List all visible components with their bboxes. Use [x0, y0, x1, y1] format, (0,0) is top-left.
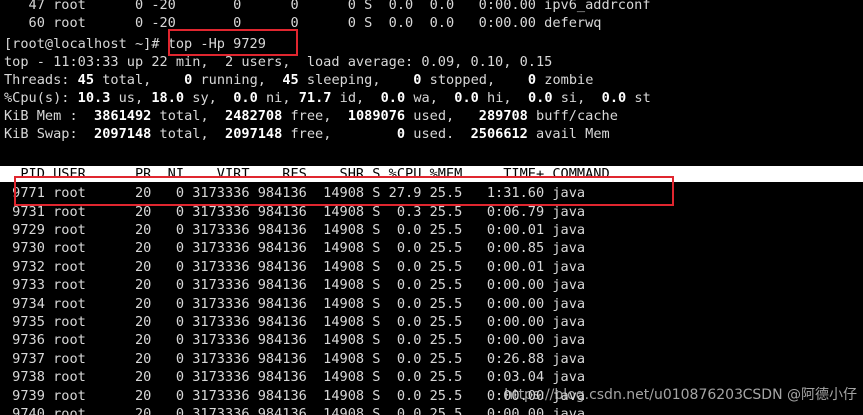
cpu-wa-label: wa, [405, 90, 438, 106]
swap-free-label: free, [282, 126, 332, 142]
threads-sleeping-label: sleeping, [298, 72, 381, 88]
swap-avail: 2506612 [470, 126, 528, 142]
cpu-line: %Cpu(s): 10.3 us, 18.0 sy, 0.0 ni, 71.7 … [4, 89, 651, 107]
mem-total: 3861492 [94, 108, 152, 124]
swap-used: 0 [396, 126, 406, 142]
threads-total-label: total, [94, 72, 152, 88]
mem-used: 1089076 [347, 108, 406, 124]
threads-running-label: running, [192, 72, 266, 88]
cpu-id-label: id, [331, 90, 365, 106]
prev-process-row: 47 root 0 -20 0 0 0 S 0.0 0.0 0:00.00 ip… [4, 0, 651, 13]
mem-used-label: used, [405, 108, 455, 124]
table-row: 9771 root 20 0 3173336 984136 14908 S 27… [4, 185, 586, 201]
table-row: 9730 root 20 0 3173336 984136 14908 S 0.… [4, 240, 586, 256]
terminal-window[interactable]: 47 root 0 -20 0 0 0 S 0.0 0.0 0:00.00 ip… [0, 0, 863, 415]
threads-zombie: 0 [527, 72, 537, 88]
table-row: 9735 root 20 0 3173336 984136 14908 S 0.… [4, 314, 586, 330]
watermark-url: https://blog.csdn.net/u010876203 [504, 387, 743, 403]
swap-total-label: total, [151, 126, 209, 142]
swap-total: 2097148 [94, 126, 152, 142]
threads-total: 45 [77, 72, 95, 88]
command-line: [root@localhost ~]# top -Hp 9729 [4, 35, 266, 53]
uptime-line: top - 11:03:33 up 22 min, 2 users, load … [4, 54, 553, 70]
table-row: 9739 root 20 0 3173336 984136 14908 S 0.… [4, 388, 586, 404]
table-row: 9738 root 20 0 3173336 984136 14908 S 0.… [4, 369, 586, 385]
prev-process-row: 60 root 0 -20 0 0 0 S 0.0 0.0 0:00.00 de… [4, 15, 602, 31]
swap-free: 2097148 [225, 126, 283, 142]
cpu-us-label: us, [110, 90, 144, 106]
cpu-ni-label: ni, [257, 90, 291, 106]
swap-label: KiB Swap: [4, 126, 78, 142]
swap-line: KiB Swap: 2097148 total, 2097148 free, 0… [4, 125, 610, 143]
watermark-author: CSDN @阿德小仔 [742, 387, 857, 403]
mem-free-label: free, [282, 108, 332, 124]
cpu-hi: 0.0 [454, 90, 479, 106]
mem-free: 2482708 [225, 108, 283, 124]
threads-line: Threads: 45 total, 0 running, 45 sleepin… [4, 71, 593, 89]
threads-stopped-label: stopped, [421, 72, 496, 88]
swap-avail-label: avail Mem [527, 126, 610, 142]
cpu-si-label: si, [552, 90, 586, 106]
table-row: 9734 root 20 0 3173336 984136 14908 S 0.… [4, 296, 586, 312]
mem-total-label: total, [151, 108, 209, 124]
mem-line: KiB Mem : 3861492 total, 2482708 free, 1… [4, 107, 618, 125]
command-text: top -Hp 9729 [167, 36, 266, 52]
table-row: 9732 root 20 0 3173336 984136 14908 S 0.… [4, 259, 586, 275]
cpu-sy-label: sy, [184, 90, 217, 106]
table-header-text: PID USER PR NI VIRT RES SHR S %CPU %MEM … [4, 166, 610, 182]
cpu-ni: 0.0 [233, 90, 258, 106]
table-row: 9731 root 20 0 3173336 984136 14908 S 0.… [4, 204, 586, 220]
cpu-us: 10.3 [77, 90, 111, 106]
cpu-st: 0.0 [601, 90, 627, 106]
mem-label: KiB Mem : [4, 108, 78, 124]
threads-zombie-label: zombie [536, 72, 594, 88]
cpu-st-label: st [626, 90, 651, 106]
cpu-hi-label: hi, [478, 90, 512, 106]
cpu-sy: 18.0 [151, 90, 185, 106]
table-row: 9740 root 20 0 3173336 984136 14908 S 0.… [4, 406, 586, 415]
cpu-label: %Cpu(s): [4, 90, 70, 106]
swap-used-label: used. [405, 126, 455, 142]
mem-buff: 289708 [478, 108, 528, 124]
table-row: 9729 root 20 0 3173336 984136 14908 S 0.… [4, 222, 586, 238]
cpu-si: 0.0 [527, 90, 553, 106]
mem-buff-label: buff/cache [527, 108, 618, 124]
cpu-wa: 0.0 [380, 90, 406, 106]
shell-prompt: [root@localhost ~]# [4, 36, 168, 52]
threads-label: Threads: [4, 72, 70, 88]
table-row: 9737 root 20 0 3173336 984136 14908 S 0.… [4, 351, 586, 367]
table-header: PID USER PR NI VIRT RES SHR S %CPU %MEM … [0, 166, 863, 182]
table-row: 9736 root 20 0 3173336 984136 14908 S 0.… [4, 332, 586, 348]
table-row: 9733 root 20 0 3173336 984136 14908 S 0.… [4, 277, 586, 293]
threads-sleeping: 45 [282, 72, 299, 88]
cpu-id: 71.7 [298, 90, 332, 106]
